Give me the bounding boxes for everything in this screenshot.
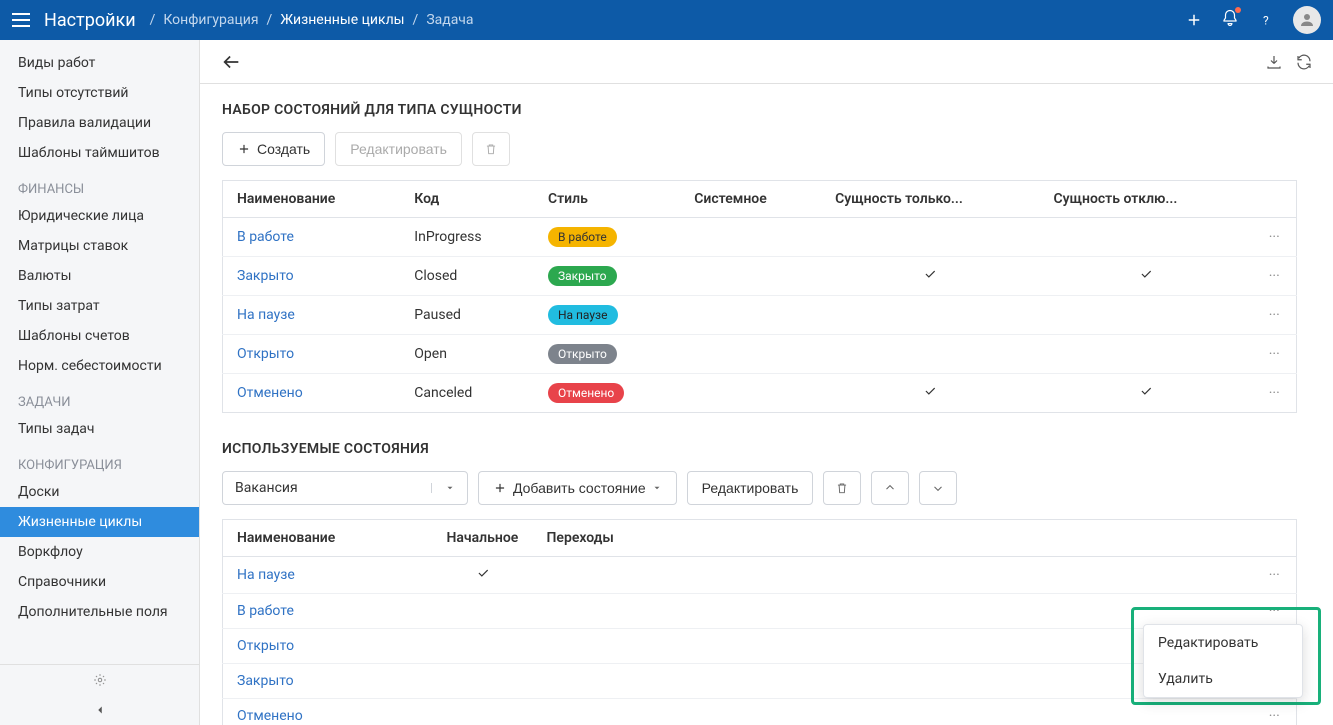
menu-icon[interactable]: [12, 13, 30, 27]
used-state-link[interactable]: В работе: [237, 603, 294, 619]
collapse-sidebar-icon[interactable]: [0, 695, 199, 725]
table-row[interactable]: ОтмененоCanceledОтменено···: [223, 374, 1297, 413]
page-title: Настройки: [44, 10, 136, 31]
state-name-link[interactable]: Отменено: [237, 385, 303, 401]
topbar: Настройки / Конфигурация / Жизненные цик…: [0, 0, 1333, 40]
states-section-title: НАБОР СОСТОЯНИЙ ДЛЯ ТИПА СУЩНОСТИ: [222, 102, 1297, 118]
notifications-icon[interactable]: [1221, 9, 1239, 31]
settings-icon[interactable]: [0, 665, 199, 695]
sidebar-item[interactable]: Шаблоны счетов: [0, 321, 199, 351]
row-actions-icon[interactable]: ···: [1269, 268, 1280, 284]
crumb-task[interactable]: Задача: [426, 12, 473, 28]
chevron-down-icon: [445, 483, 455, 493]
back-icon[interactable]: [220, 51, 242, 73]
context-edit[interactable]: Редактировать: [1144, 625, 1302, 661]
sidebar-item[interactable]: Шаблоны таймшитов: [0, 138, 199, 168]
sidebar-item[interactable]: Дополнительные поля: [0, 597, 199, 627]
table-row[interactable]: На паузеPausedНа паузе···: [223, 296, 1297, 335]
table-row[interactable]: ОткрытоOpenОткрыто···: [223, 335, 1297, 374]
state-name-link[interactable]: В работе: [237, 229, 294, 245]
context-menu: Редактировать Удалить: [1143, 624, 1303, 698]
row-actions-icon[interactable]: ···: [1269, 567, 1280, 583]
used-state-link[interactable]: Открыто: [237, 638, 294, 654]
svg-text:?: ?: [1263, 14, 1269, 28]
status-badge: Отменено: [548, 383, 624, 403]
status-badge: Открыто: [548, 344, 617, 364]
toolbar: [200, 40, 1333, 84]
row-actions-icon[interactable]: ···: [1269, 229, 1280, 245]
sidebar-item[interactable]: Типы задач: [0, 414, 199, 444]
create-button[interactable]: Создать: [222, 132, 325, 166]
used-states-table: НаименованиеНачальноеПереходы На паузе··…: [222, 519, 1297, 725]
sidebar-item[interactable]: Матрицы ставок: [0, 231, 199, 261]
add-state-button[interactable]: Добавить состояние: [478, 471, 677, 505]
table-row[interactable]: На паузе ···: [223, 557, 1297, 594]
used-section-title: ИСПОЛЬЗУЕМЫЕ СОСТОЯНИЯ: [222, 441, 1297, 457]
table-row[interactable]: Открыто···: [223, 629, 1297, 664]
table-row[interactable]: В работеInProgressВ работе···: [223, 218, 1297, 257]
status-badge: На паузе: [548, 305, 618, 325]
avatar[interactable]: [1293, 6, 1321, 34]
edit-states-button[interactable]: Редактировать: [335, 132, 462, 166]
sidebar-item[interactable]: Виды работ: [0, 48, 199, 78]
sidebar-item[interactable]: Доски: [0, 477, 199, 507]
context-delete[interactable]: Удалить: [1144, 661, 1302, 697]
crumb-configuration[interactable]: Конфигурация: [163, 12, 258, 28]
sidebar-item[interactable]: Норм. себестоимости: [0, 351, 199, 381]
sidebar-item[interactable]: Справочники: [0, 567, 199, 597]
crumb-lifecycles[interactable]: Жизненные циклы: [280, 12, 404, 28]
state-name-link[interactable]: Открыто: [237, 346, 294, 362]
sidebar-item[interactable]: Типы затрат: [0, 291, 199, 321]
status-badge: В работе: [548, 227, 617, 247]
refresh-icon[interactable]: [1295, 53, 1313, 71]
sidebar-item: ЗАДАЧИ: [0, 381, 199, 414]
states-table: НаименованиеКодСтильСистемноеСущность то…: [222, 180, 1297, 413]
state-name-link[interactable]: На паузе: [237, 307, 295, 323]
download-icon[interactable]: [1265, 53, 1283, 71]
help-icon[interactable]: ?: [1257, 11, 1275, 29]
table-row[interactable]: Закрыто···: [223, 664, 1297, 699]
move-up-button[interactable]: [871, 471, 909, 505]
used-state-link[interactable]: Закрыто: [237, 673, 294, 689]
sidebar-item[interactable]: Правила валидации: [0, 108, 199, 138]
move-down-button[interactable]: [919, 471, 957, 505]
state-name-link[interactable]: Закрыто: [237, 268, 294, 284]
plus-icon[interactable]: [1185, 11, 1203, 29]
sidebar-item[interactable]: Жизненные циклы: [0, 507, 199, 537]
table-row[interactable]: Отменено ···: [223, 699, 1297, 725]
delete-states-button[interactable]: [472, 132, 510, 166]
table-row[interactable]: В работе ···: [223, 594, 1297, 629]
entity-select[interactable]: Вакансия: [222, 471, 468, 505]
sidebar-item[interactable]: Воркфлоу: [0, 537, 199, 567]
row-actions-icon[interactable]: ···: [1269, 346, 1280, 362]
sidebar: Виды работТипы отсутствийПравила валидац…: [0, 40, 200, 725]
sidebar-item[interactable]: Типы отсутствий: [0, 78, 199, 108]
used-state-link[interactable]: На паузе: [237, 567, 295, 583]
row-actions-icon[interactable]: ···: [1269, 307, 1280, 323]
sidebar-item: КОНФИГУРАЦИЯ: [0, 444, 199, 477]
row-actions-icon[interactable]: ···: [1269, 385, 1280, 401]
used-state-link[interactable]: Отменено: [237, 708, 303, 724]
edit-used-button[interactable]: Редактировать: [687, 471, 814, 505]
chevron-down-icon: [652, 483, 662, 493]
main: НАБОР СОСТОЯНИЙ ДЛЯ ТИПА СУЩНОСТИ Создат…: [200, 40, 1333, 725]
status-badge: Закрыто: [548, 266, 617, 286]
delete-used-button[interactable]: [823, 471, 861, 505]
row-actions-icon[interactable]: ···: [1269, 603, 1280, 619]
breadcrumb: / Конфигурация / Жизненные циклы / Задач…: [150, 12, 474, 28]
row-actions-icon[interactable]: ···: [1269, 708, 1280, 724]
sidebar-item[interactable]: Юридические лица: [0, 201, 199, 231]
table-row[interactable]: ЗакрытоClosedЗакрыто···: [223, 257, 1297, 296]
sidebar-item[interactable]: Валюты: [0, 261, 199, 291]
sidebar-item: ФИНАНСЫ: [0, 168, 199, 201]
